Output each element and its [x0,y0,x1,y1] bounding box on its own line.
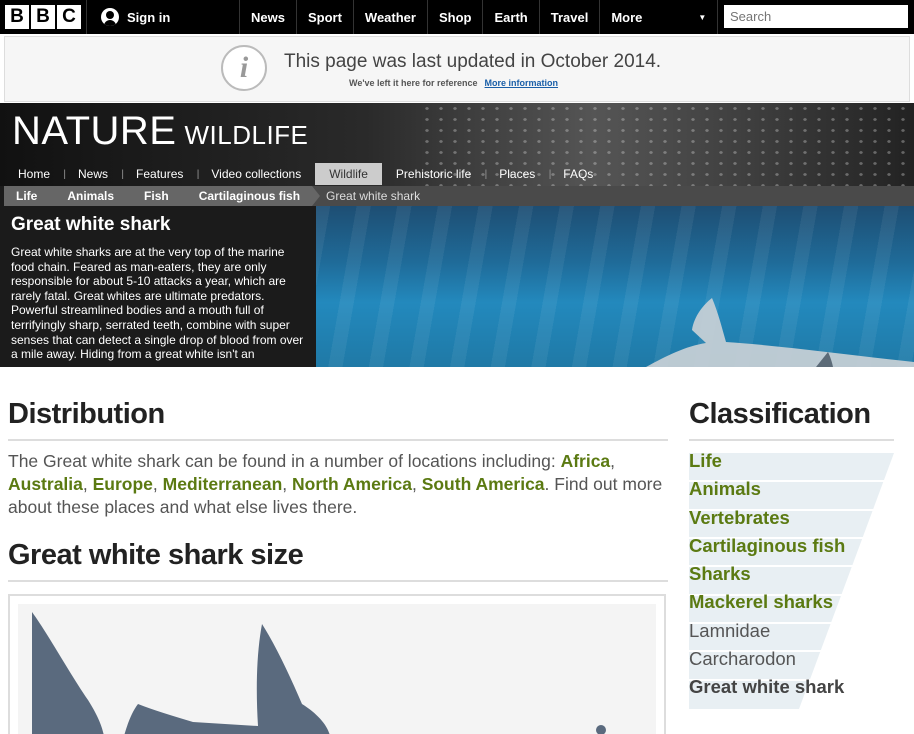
nav-travel[interactable]: Travel [538,0,600,34]
more-information-link[interactable]: More information [485,78,559,88]
distribution-heading: Distribution [8,398,668,441]
classification-family: Lamnidae [689,619,771,641]
info-icon: i [221,45,267,91]
classification-genus: Carcharodon [689,648,796,670]
classification-link-animals[interactable]: Animals [689,478,761,499]
user-icon [101,8,119,26]
list-item: Sharks [689,560,894,588]
subnav-features[interactable]: Features | [122,163,199,185]
classification-list: Life Animals Vertebrates Cartilaginous f… [689,447,894,702]
size-comparison-graphic [18,604,656,734]
classification-tree: Life Animals Vertebrates Cartilaginous f… [689,447,894,709]
list-item: Animals [689,475,894,503]
list-item: Life [689,447,894,475]
subnav-home[interactable]: Home | [4,163,66,185]
subnav-news[interactable]: News | [64,163,124,185]
distribution-intro: The Great white shark can be found in a … [8,451,556,471]
distribution-text: The Great white shark can be found in a … [8,451,663,517]
subnav-label: Wildlife [329,167,368,181]
subnav-label: Home [18,167,51,181]
breadcrumb: Life Animals Fish Cartilaginous fish Gre… [4,186,914,206]
search-box [724,5,908,28]
nav-news[interactable]: News [239,0,296,34]
feature-description: Great white sharks are at the very top o… [11,245,304,362]
classification-link-life[interactable]: Life [689,450,722,471]
size-comparison-panel [8,594,666,734]
nav-more-dropdown[interactable]: More ▼ [599,0,719,34]
logo-letter: C [57,5,81,29]
section-title[interactable]: NATURE WILDLIFE [12,109,308,154]
more-label: More [611,9,643,25]
shark-photo[interactable] [316,206,914,367]
classification-heading: Classification [689,398,894,441]
global-nav: News Sport Weather Shop Earth Travel Mor… [239,0,719,34]
classification-link-mackerel-sharks[interactable]: Mackerel sharks [689,591,833,612]
subnav-faqs[interactable]: FAQs [549,163,607,185]
subnav-places[interactable]: Places | [485,163,551,185]
location-link-europe[interactable]: Europe [93,474,153,494]
section-nav: Home | News | Features | Video collections … [4,163,607,185]
shark-size-silhouette [32,612,606,734]
nav-weather[interactable]: Weather [352,0,427,34]
size-heading: Great white shark size [8,539,668,582]
shark-silhouette-photo [646,298,914,367]
archive-notice: i This page was last updated in October … [4,36,910,102]
subnav-label: Prehistoric life [395,167,472,181]
classification-link-cartilaginous-fish[interactable]: Cartilaginous fish [689,535,845,556]
notice-sub: We've left it here for reference More inf… [349,78,558,88]
classification-link-sharks[interactable]: Sharks [689,563,751,584]
sign-in-button[interactable]: Sign in [86,0,239,34]
bbc-logo[interactable]: B B C [5,5,81,29]
logo-letter: B [31,5,55,29]
classification-species: Great white shark [689,676,845,698]
search-input[interactable] [730,9,906,24]
location-link-australia[interactable]: Australia [8,474,83,494]
breadcrumb-current: Great white shark [312,186,914,206]
location-link-mediterranean[interactable]: Mediterranean [163,474,283,494]
nav-earth[interactable]: Earth [482,0,538,34]
logo-letter: B [5,5,29,29]
classification-sidebar: Classification Life Animals Vertebrates … [689,398,894,709]
subnav-label: Places [499,167,536,181]
sign-in-label: Sign in [127,9,171,25]
bbc-top-bar: B B C Sign in News Sport Weather Shop Ea… [0,0,914,34]
subnav-label: News [78,167,109,181]
list-item: Cartilaginous fish [689,532,894,560]
nav-shop[interactable]: Shop [426,0,483,34]
list-item: Vertebrates [689,504,894,532]
subnav-label: FAQs [563,167,594,181]
classification-link-vertebrates[interactable]: Vertebrates [689,507,790,528]
main-column: Distribution The Great white shark can b… [8,398,668,734]
section-title-sub: WILDLIFE [184,120,309,150]
chevron-down-icon: ▼ [698,12,707,22]
feature-title: Great white shark [11,214,171,235]
nature-header: NATURE WILDLIFE Home | News | Features | Vid… [0,103,914,367]
location-link-south-america[interactable]: South America [422,474,545,494]
location-link-africa[interactable]: Africa [561,451,611,471]
list-item: Mackerel sharks [689,588,894,616]
section-title-main: NATURE [12,109,177,153]
subnav-wildlife[interactable]: Wildlife [315,163,382,185]
feature-panel: Great white shark Great white sharks are… [4,206,316,367]
notice-sub-text: We've left it here for reference [349,78,478,88]
subnav-video-collections[interactable]: Video collections [197,163,315,185]
notice-headline: This page was last updated in October 20… [284,51,662,72]
nav-sport[interactable]: Sport [295,0,353,34]
breadcrumb-cartilaginous-fish[interactable]: Cartilaginous fish [180,186,321,206]
subnav-label: Features [136,167,184,181]
breadcrumb-life[interactable]: Life [4,186,58,206]
subnav-prehistoric-life[interactable]: Prehistoric life | [382,163,487,185]
breadcrumb-fish[interactable]: Fish [126,186,189,206]
location-link-north-america[interactable]: North America [292,474,412,494]
subnav-label: Video collections [211,167,302,181]
breadcrumb-animals[interactable]: Animals [49,186,134,206]
